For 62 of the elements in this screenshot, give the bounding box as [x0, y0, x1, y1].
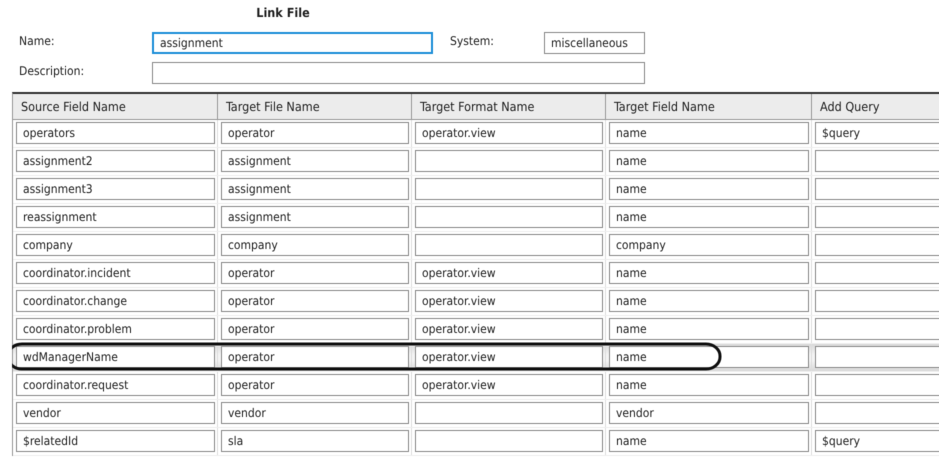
cell-field[interactable]: operator.view	[415, 374, 603, 396]
system-field[interactable]: miscellaneous	[544, 32, 645, 54]
cell-field[interactable]: company	[609, 234, 809, 256]
cell-field[interactable]	[415, 430, 603, 452]
cell-field[interactable]: sla	[221, 430, 409, 452]
cell-field[interactable]: name	[609, 122, 809, 144]
cell-field[interactable]: company	[16, 234, 215, 256]
cell-field[interactable]: reassignment	[16, 206, 215, 228]
name-label: Name:	[19, 33, 56, 50]
cell-field[interactable]: vendor	[609, 402, 809, 424]
cell-field[interactable]	[415, 150, 603, 172]
cell-field[interactable]: assignment	[221, 178, 409, 200]
cell-field[interactable]: operator	[221, 318, 409, 340]
cell-field[interactable]: coordinator.incident	[16, 262, 215, 284]
cell-field[interactable]: assignment2	[16, 150, 215, 172]
cell-field[interactable]: name	[609, 262, 809, 284]
cell-field[interactable]: name	[609, 178, 809, 200]
file-name-input[interactable]: assignment	[152, 32, 433, 54]
cell-field[interactable]	[415, 402, 603, 424]
cell-field[interactable]: operator	[221, 290, 409, 312]
column-header: Target Format Name	[412, 94, 606, 119]
cell-field[interactable]: assignment3	[16, 178, 215, 200]
description-label: Description:	[19, 63, 86, 80]
cell-field[interactable]: operator	[221, 346, 409, 368]
cell-field[interactable]: name	[609, 290, 809, 312]
cell-field[interactable]	[415, 178, 603, 200]
cell-field[interactable]: operator.view	[415, 262, 603, 284]
cell-field[interactable]: operator.view	[415, 318, 603, 340]
description-field[interactable]	[152, 62, 645, 84]
cell-field[interactable]: $query	[815, 122, 939, 144]
cell-field[interactable]: operator	[221, 262, 409, 284]
cell-field[interactable]: name	[609, 346, 809, 368]
cell-field[interactable]: $relatedId	[16, 430, 215, 452]
cell-field[interactable]: $query	[815, 430, 939, 452]
cell-field[interactable]: operators	[16, 122, 215, 144]
cell-field[interactable]: operator.view	[415, 346, 603, 368]
cell-field[interactable]: assignment	[221, 206, 409, 228]
cell-field[interactable]: operator	[221, 122, 409, 144]
column-header: Target Field Name	[606, 94, 812, 119]
cell-field[interactable]: name	[609, 318, 809, 340]
column-header: Target File Name	[218, 94, 412, 119]
cell-field[interactable]	[415, 234, 603, 256]
column-header: Add Query	[812, 94, 939, 119]
cell-field[interactable]: operator	[221, 374, 409, 396]
cell-field[interactable]: name	[609, 206, 809, 228]
cell-field[interactable]: name	[609, 430, 809, 452]
cell-field[interactable]: name	[609, 150, 809, 172]
cell-field[interactable]: company	[221, 234, 409, 256]
cell-field[interactable]: wdManagerName	[16, 346, 215, 368]
cell-field[interactable]	[415, 206, 603, 228]
cell-field[interactable]: coordinator.request	[16, 374, 215, 396]
system-label: System:	[450, 33, 495, 50]
column-header: Source Field Name	[13, 94, 218, 119]
cell-field[interactable]: coordinator.change	[16, 290, 215, 312]
form-title: Link File	[255, 4, 311, 22]
cell-field[interactable]: vendor	[16, 402, 215, 424]
cell-field[interactable]: coordinator.problem	[16, 318, 215, 340]
cell-field[interactable]: name	[609, 374, 809, 396]
cell-field[interactable]: assignment	[221, 150, 409, 172]
cell-field[interactable]: vendor	[221, 402, 409, 424]
cell-field[interactable]: operator.view	[415, 290, 603, 312]
cell-field[interactable]: operator.view	[415, 122, 603, 144]
